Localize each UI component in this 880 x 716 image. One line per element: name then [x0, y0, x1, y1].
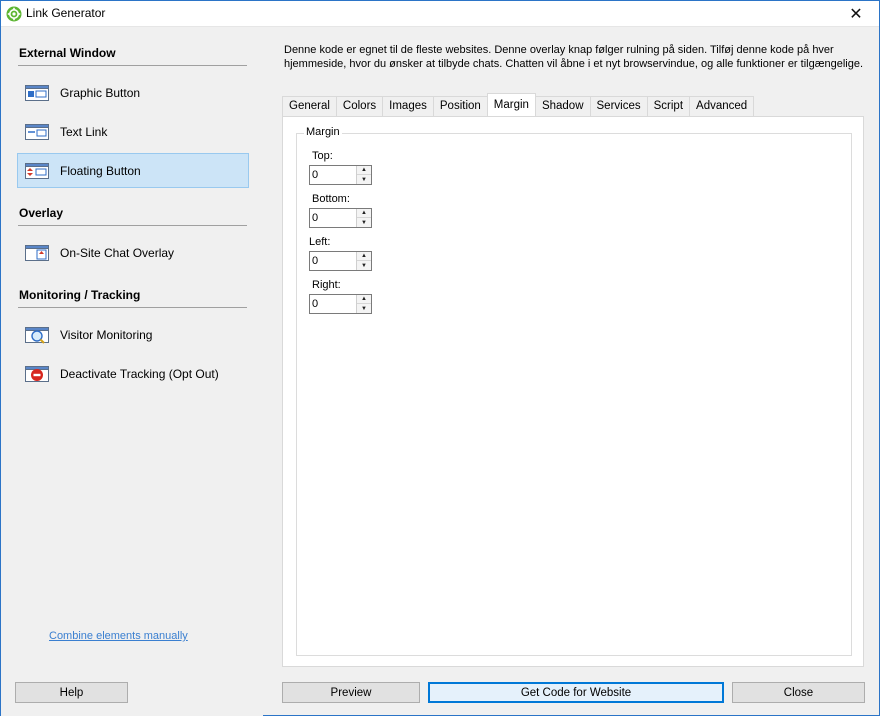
sidebar-item-label: Deactivate Tracking (Opt Out)	[60, 366, 219, 381]
sidebar-item-label: Visitor Monitoring	[60, 327, 153, 342]
increment-icon[interactable]: ▲	[357, 252, 371, 261]
close-window-button[interactable]: ✕	[833, 1, 879, 27]
combine-elements-link[interactable]: Combine elements manually	[49, 630, 188, 642]
deactivate-tracking-icon	[25, 362, 49, 386]
tab-script[interactable]: Script	[646, 96, 691, 116]
window-title: Link Generator	[26, 6, 106, 20]
margin-tab-panel: Margin Top: ▲ ▼ Bottom: ▲ ▼ Left:	[282, 116, 864, 667]
sidebar-item-label: On-Site Chat Overlay	[60, 245, 175, 260]
section-divider	[18, 65, 247, 66]
bottom-margin-stepper[interactable]: ▲ ▼	[309, 208, 372, 228]
decrement-icon[interactable]: ▼	[357, 261, 371, 270]
preview-button[interactable]: Preview	[282, 682, 420, 703]
sidebar-item-graphic-button[interactable]: Graphic Button	[17, 75, 249, 110]
tab-general[interactable]: General	[282, 96, 337, 116]
left-margin-input[interactable]	[310, 252, 356, 270]
tab-position[interactable]: Position	[432, 96, 488, 116]
section-heading-overlay: Overlay	[19, 206, 64, 220]
help-button[interactable]: Help	[15, 682, 128, 703]
bottom-label: Bottom:	[312, 193, 350, 205]
tab-margin[interactable]: Margin	[486, 93, 536, 116]
decrement-icon[interactable]: ▼	[357, 218, 371, 227]
title-bar: Link Generator ✕	[1, 1, 879, 27]
top-label: Top:	[312, 150, 333, 162]
tab-advanced[interactable]: Advanced	[689, 96, 755, 116]
top-margin-input[interactable]	[310, 166, 356, 184]
tab-shadow[interactable]: Shadow	[534, 96, 591, 116]
close-icon: ✕	[849, 6, 863, 23]
top-margin-stepper[interactable]: ▲ ▼	[309, 165, 372, 185]
sidebar-item-visitor-monitoring[interactable]: Visitor Monitoring	[17, 317, 249, 352]
section-divider	[18, 307, 247, 308]
tab-services[interactable]: Services	[589, 96, 648, 116]
description-text: Denne kode er egnet til de fleste websit…	[284, 44, 864, 70]
increment-icon[interactable]: ▲	[357, 209, 371, 218]
sidebar-item-label: Text Link	[60, 124, 108, 139]
margin-groupbox: Margin Top: ▲ ▼ Bottom: ▲ ▼ Left:	[296, 126, 852, 656]
text-link-icon	[25, 120, 49, 144]
stepper-buttons: ▲ ▼	[356, 209, 371, 227]
section-heading-monitoring-tracking: Monitoring / Tracking	[19, 288, 141, 302]
stepper-buttons: ▲ ▼	[356, 166, 371, 184]
close-button[interactable]: Close	[732, 682, 865, 703]
sidebar-item-text-link[interactable]: Text Link	[17, 114, 249, 149]
visitor-monitoring-icon	[25, 323, 49, 347]
increment-icon[interactable]: ▲	[357, 295, 371, 304]
link-generator-window: Link Generator ✕ External Window Graphic…	[0, 0, 880, 716]
left-margin-stepper[interactable]: ▲ ▼	[309, 251, 372, 271]
decrement-icon[interactable]: ▼	[357, 304, 371, 313]
left-label: Left:	[309, 236, 331, 248]
decrement-icon[interactable]: ▼	[357, 175, 371, 184]
sidebar-item-on-site-chat-overlay[interactable]: On-Site Chat Overlay	[17, 235, 249, 270]
sidebar-item-label: Floating Button	[60, 163, 141, 178]
graphic-button-icon	[25, 81, 49, 105]
floating-button-icon	[25, 159, 49, 183]
gear-icon	[6, 6, 22, 22]
chat-overlay-icon	[25, 241, 49, 265]
tab-images[interactable]: Images	[382, 96, 434, 116]
right-label: Right:	[312, 279, 341, 291]
tab-colors[interactable]: Colors	[335, 96, 384, 116]
tab-bar: General Colors Images Position Margin Sh…	[282, 93, 755, 116]
sidebar-item-floating-button[interactable]: Floating Button	[17, 153, 249, 188]
section-heading-external-window: External Window	[19, 46, 116, 60]
sidebar: External Window Graphic Button Text Link…	[1, 28, 263, 716]
stepper-buttons: ▲ ▼	[356, 252, 371, 270]
stepper-buttons: ▲ ▼	[356, 295, 371, 313]
section-divider	[18, 225, 247, 226]
groupbox-title: Margin	[304, 126, 342, 138]
right-margin-input[interactable]	[310, 295, 356, 313]
right-margin-stepper[interactable]: ▲ ▼	[309, 294, 372, 314]
sidebar-item-deactivate-tracking[interactable]: Deactivate Tracking (Opt Out)	[17, 356, 249, 391]
increment-icon[interactable]: ▲	[357, 166, 371, 175]
sidebar-item-label: Graphic Button	[60, 85, 141, 100]
get-code-button[interactable]: Get Code for Website	[428, 682, 724, 703]
bottom-margin-input[interactable]	[310, 209, 356, 227]
